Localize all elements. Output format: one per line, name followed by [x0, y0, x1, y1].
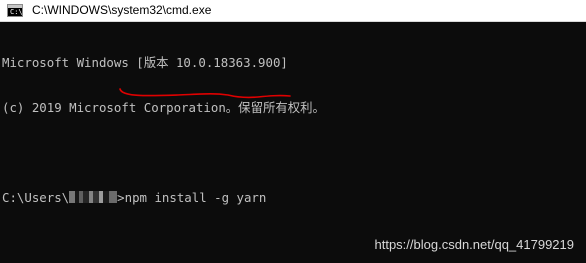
cmd-console-icon: C:\ — [7, 4, 23, 17]
prompt-caret: > — [117, 190, 125, 205]
console-output[interactable]: Microsoft Windows [版本 10.0.18363.900] (c… — [0, 22, 586, 263]
window-title: C:\WINDOWS\system32\cmd.exe — [32, 3, 212, 17]
underline-stroke — [119, 88, 291, 99]
red-underline-annotation — [119, 88, 291, 99]
watermark-text: https://blog.csdn.net/qq_41799219 — [374, 237, 575, 252]
title-bar[interactable]: C:\ C:\WINDOWS\system32\cmd.exe — [0, 0, 586, 22]
redacted-username — [69, 191, 118, 203]
typed-command: npm install -g yarn — [124, 190, 267, 205]
cmd-window: C:\ C:\WINDOWS\system32\cmd.exe Microsof… — [0, 0, 586, 263]
prompt-path: C:\Users\ — [2, 190, 70, 205]
version-line: Microsoft Windows [版本 10.0.18363.900] — [2, 55, 288, 70]
prompt-line: C:\Users\ >npm install -g yarn — [2, 190, 586, 205]
